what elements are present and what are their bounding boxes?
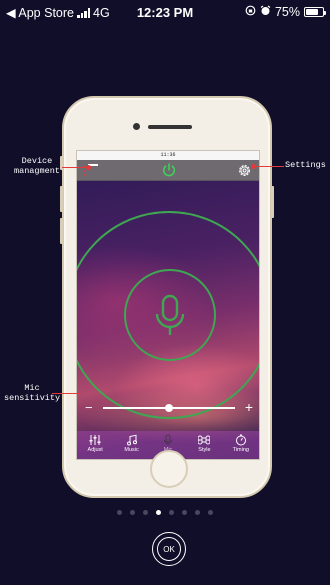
status-right: 75% <box>245 5 326 19</box>
tab-style[interactable]: Style <box>186 431 222 459</box>
phone-screen: 11:36 − + Adjust Music Style Timing <box>76 150 260 460</box>
callout-line <box>52 393 80 394</box>
page-dot[interactable] <box>130 510 135 515</box>
ok-button[interactable]: OK <box>152 532 186 566</box>
minus-icon[interactable]: − <box>85 400 93 415</box>
page-indicator <box>0 510 330 515</box>
tab-label: Style <box>198 447 211 453</box>
alarm-icon <box>260 5 271 19</box>
volume-up-button <box>60 186 63 212</box>
earpiece-speaker <box>148 125 192 129</box>
settings-gear-icon[interactable] <box>237 163 252 178</box>
callout-dot <box>86 165 91 170</box>
slider-knob[interactable] <box>165 404 173 412</box>
mic-sensitivity-slider[interactable]: − + <box>85 399 253 415</box>
battery-percent: 75% <box>274 5 300 19</box>
front-camera <box>133 123 140 130</box>
microphone-icon <box>155 294 185 335</box>
phone-mockup: 11:36 − + Adjust Music Style Timing <box>60 96 274 498</box>
rotation-lock-icon <box>245 5 256 19</box>
tab-label: Music <box>124 447 139 453</box>
page-dot[interactable] <box>182 510 187 515</box>
sliders-icon <box>89 435 101 445</box>
page-dot[interactable] <box>143 510 148 515</box>
volume-down-button <box>60 218 63 244</box>
status-bar: ◀ App Store 4G 12:23 PM 75% <box>0 0 330 24</box>
callout-dot <box>251 164 256 169</box>
music-note-icon <box>126 434 137 446</box>
timer-icon <box>235 434 246 446</box>
ok-button-label: OK <box>157 537 181 561</box>
plus-icon[interactable]: + <box>245 399 253 415</box>
page-dot[interactable] <box>208 510 213 515</box>
page-dot[interactable] <box>156 510 161 515</box>
power-icon[interactable] <box>161 162 177 178</box>
tab-label: Adjust <box>87 447 103 453</box>
page-dot[interactable] <box>169 510 174 515</box>
mini-status-time: 11:36 <box>160 152 176 158</box>
tab-label: Timing <box>232 447 249 453</box>
callout-settings: Settings <box>285 160 326 170</box>
mic-icon <box>164 434 173 445</box>
tab-adjust[interactable]: Adjust <box>77 431 113 459</box>
callout-device-management: Device managment <box>14 156 60 176</box>
command-icon <box>198 435 211 445</box>
callout-line <box>62 167 88 168</box>
tab-timing[interactable]: Timing <box>223 431 259 459</box>
page-dot[interactable] <box>117 510 122 515</box>
app-header <box>77 160 259 181</box>
callout-line <box>254 166 284 167</box>
home-button <box>150 450 188 488</box>
tab-music[interactable]: Music <box>113 431 149 459</box>
mini-status-bar: 11:36 <box>77 151 259 160</box>
battery-icon <box>304 7 326 17</box>
power-button <box>271 186 274 218</box>
page-dot[interactable] <box>195 510 200 515</box>
